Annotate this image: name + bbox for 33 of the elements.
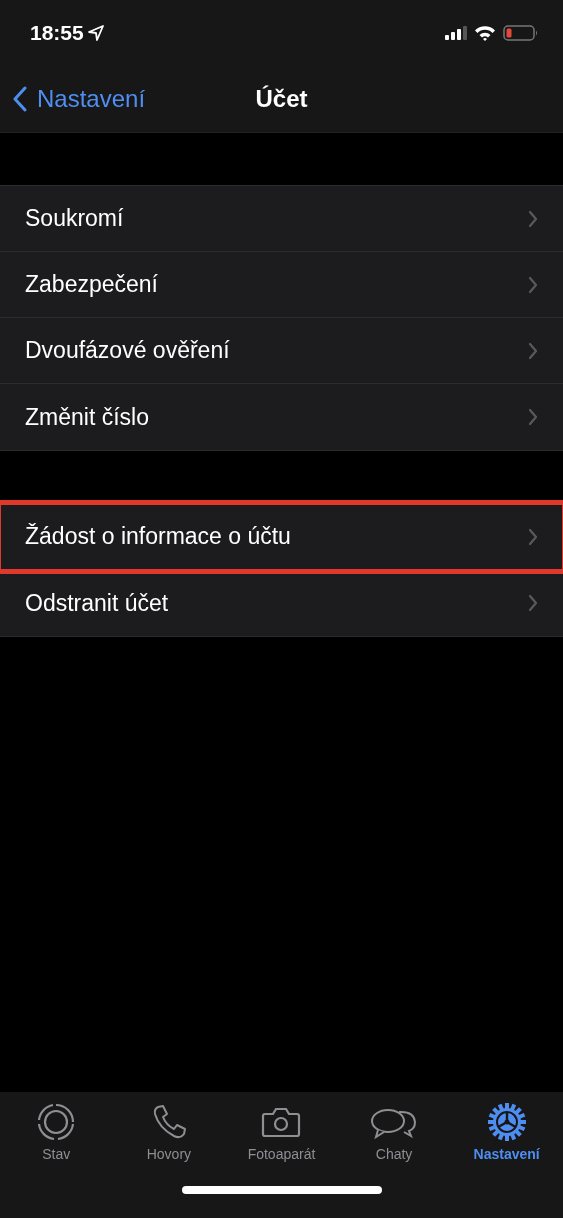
row-label: Dvoufázové ověření <box>25 337 230 364</box>
row-label: Zabezpečení <box>25 271 158 298</box>
back-button[interactable]: Nastavení <box>0 84 146 113</box>
settings-row[interactable]: Dvoufázové ověření <box>0 318 563 384</box>
settings-row[interactable]: Odstranit účet <box>0 570 563 636</box>
tab[interactable]: Stav <box>3 1102 109 1162</box>
chevron-right-icon <box>528 341 538 360</box>
location-arrow-icon <box>87 24 104 41</box>
chevron-right-icon <box>528 594 538 612</box>
settings-row[interactable]: Změnit číslo <box>0 384 563 450</box>
chevron-left-icon <box>13 85 27 112</box>
chevron-right-icon <box>528 408 538 426</box>
status-rings-icon <box>36 1102 77 1142</box>
row-label: Změnit číslo <box>25 403 149 431</box>
chevron-right-icon <box>528 527 538 546</box>
clock-time: 18:55 <box>30 20 84 45</box>
settings-row[interactable]: Zabezpečení <box>0 252 563 318</box>
tab[interactable]: Nastavení <box>454 1102 560 1162</box>
screen-title: Účet <box>254 84 309 113</box>
settings-row[interactable]: Soukromí <box>0 186 563 252</box>
wifi-icon <box>474 24 496 41</box>
gear-icon <box>486 1102 527 1142</box>
settings-row[interactable]: Žádost o informace o účtu <box>0 504 563 570</box>
tab[interactable]: Hovory <box>116 1102 222 1162</box>
row-label: Odstranit účet <box>25 589 169 617</box>
chevron-right-icon <box>528 275 538 294</box>
tab[interactable]: Chaty <box>341 1102 447 1162</box>
row-label: Soukromí <box>25 205 124 232</box>
row-label: Žádost o informace o účtu <box>25 523 291 550</box>
chevron-right-icon <box>528 209 538 228</box>
battery-icon <box>503 24 539 41</box>
signal-icon <box>445 25 467 40</box>
tab[interactable]: Fotoaparát <box>229 1102 334 1162</box>
